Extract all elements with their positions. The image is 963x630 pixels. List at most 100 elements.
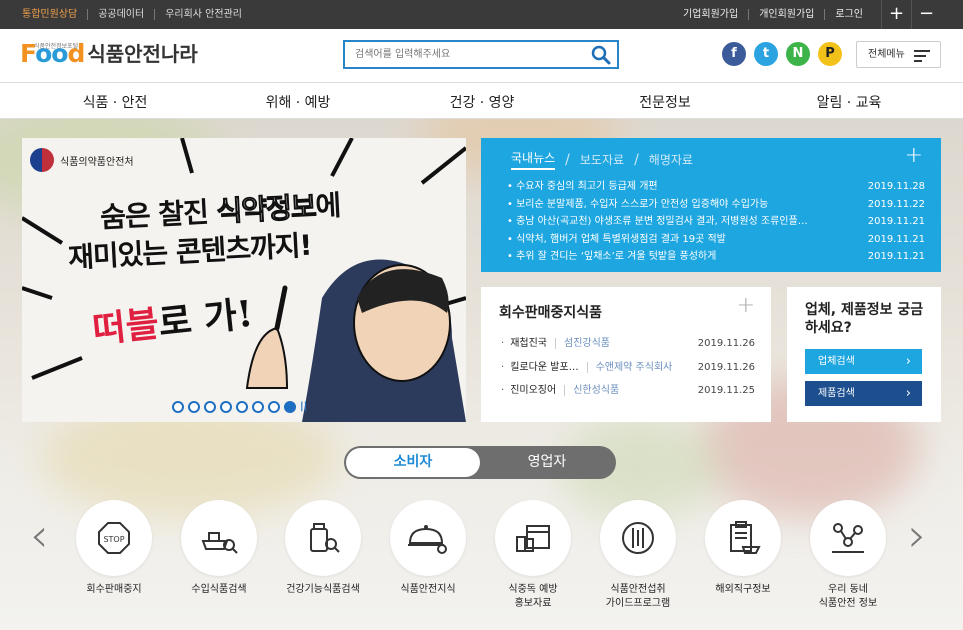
link-personal-signup[interactable]: 개인회원가입 (748, 9, 824, 20)
slide-dot[interactable] (172, 401, 184, 413)
zoom-out-button[interactable]: − (911, 0, 941, 29)
service-label: 건강기능식품검색 (286, 584, 360, 595)
all-menu-button[interactable]: 전체메뉴 (856, 41, 941, 68)
news-item[interactable]: 수요자 중심의 최고기 등급제 개편2019.11.28 (507, 178, 925, 196)
recall-item[interactable]: 킬로다운 발포…수앤제약 주식회사2019.11.26 (501, 356, 755, 380)
slide-dot[interactable] (220, 401, 232, 413)
link-company-safety[interactable]: 우리회사 안전관리 (154, 9, 252, 20)
top-utility-bar: 통합민원상담 공공데이터 우리회사 안전관리 기업회원가입 개인회원가입 로그인… (0, 0, 963, 29)
service-recall[interactable]: STOP 회수판매중지 (64, 500, 164, 597)
search-icon[interactable] (591, 45, 611, 68)
slide-dot[interactable] (236, 401, 248, 413)
hamburger-icon (914, 50, 930, 65)
service-intake-guide[interactable]: 식품안전섭취 가이드프로그램 (588, 500, 688, 611)
toggle-business[interactable]: 영업자 (480, 448, 614, 477)
utility-links-left: 통합민원상담 공공데이터 우리회사 안전관리 (22, 9, 252, 20)
news-item[interactable]: 추위 잘 견디는 ‘잎채소’로 겨울 텃밭을 풍성하게2019.11.21 (507, 248, 925, 266)
svg-text:STOP: STOP (103, 535, 124, 544)
banner-burst-lines (22, 138, 466, 422)
slide-dot[interactable] (252, 401, 264, 413)
nav-notice-education[interactable]: 알림 · 교육 (817, 92, 882, 112)
slide-dot-active[interactable] (284, 401, 296, 413)
utility-links-right: 기업회원가입 개인회원가입 로그인 (673, 9, 873, 20)
recall-more-icon[interactable]: + (737, 293, 755, 318)
company-search-button[interactable]: 업체검색 (805, 349, 922, 374)
recall-list: 재첩진국섬진강식품2019.11.26 킬로다운 발포…수앤제약 주식회사201… (501, 332, 755, 403)
logo-name: 식품안전나라 (87, 42, 198, 66)
news-item[interactable]: 충남 아산(곡교천) 야생조류 분변 정밀검사 결과, 저병원성 조류인플…20… (507, 213, 925, 231)
recall-title: 회수판매중지식품 (499, 305, 603, 321)
banner-agency: 식품의약품안전처 (30, 148, 134, 172)
nav-hazard-prevention[interactable]: 위해 · 예방 (266, 92, 331, 112)
logo-food-text: 식품안전정보포털 Food (20, 41, 85, 67)
government-emblem-icon (30, 148, 54, 172)
logo-tagline: 식품안전정보포털 (34, 43, 79, 50)
link-civil-complaint[interactable]: 통합민원상담 (22, 9, 87, 20)
site-header: 식품안전정보포털 Food 식품안전나라 f t N P 전체메뉴 (0, 29, 963, 82)
zoom-in-button[interactable]: + (881, 0, 911, 29)
stop-icon: STOP (76, 500, 152, 576)
banner-pagination: || (172, 401, 310, 413)
service-label: 식품안전섭취 가이드프로그램 (605, 584, 671, 609)
service-label: 회수판매중지 (86, 584, 142, 595)
naver-post-icon[interactable]: P (818, 42, 842, 66)
recall-panel: 회수판매중지식품 + 재첩진국섬진강식품2019.11.26 킬로다운 발포…수… (481, 287, 771, 422)
service-imported-food[interactable]: 수입식품검색 (169, 500, 269, 597)
link-public-data[interactable]: 공공데이터 (87, 9, 154, 20)
tab-domestic-news[interactable]: 국내뉴스 (511, 149, 556, 170)
supplement-search-icon (285, 500, 361, 576)
news-item[interactable]: 식약처, 햄버거 업체 특별위생점검 결과 19곳 적발2019.11.21 (507, 231, 925, 249)
service-health-supplement[interactable]: 건강기능식품검색 (273, 500, 373, 597)
facebook-icon[interactable]: f (722, 42, 746, 66)
main-navigation: 식품 · 안전 위해 · 예방 건강 · 영양 전문정보 알림 · 교육 (0, 82, 963, 119)
news-panel: 국내뉴스 / 보도자료 / 해명자료 + 수요자 중심의 최고기 등급제 개편2… (481, 138, 941, 272)
recall-item[interactable]: 진미오징어신한성식품2019.11.25 (501, 379, 755, 403)
news-tabs: 국내뉴스 / 보도자료 / 해명자료 (511, 149, 693, 170)
service-food-safety-knowledge[interactable]: 식품안전지식 (378, 500, 478, 597)
next-arrow-icon[interactable]: › (908, 512, 926, 558)
cloche-search-icon (390, 500, 466, 576)
slide-dot[interactable] (204, 401, 216, 413)
link-company-signup[interactable]: 기업회원가입 (673, 9, 748, 20)
all-menu-label: 전체메뉴 (868, 49, 905, 60)
service-label: 수입식품검색 (191, 584, 247, 595)
service-overseas-purchase[interactable]: 해외직구정보 (693, 500, 793, 597)
slide-dot[interactable] (188, 401, 200, 413)
search-box (343, 40, 619, 69)
slide-dot[interactable] (268, 401, 280, 413)
audience-toggle: 소비자 영업자 (344, 446, 616, 479)
nav-food-safety[interactable]: 식품 · 안전 (83, 92, 148, 112)
nav-expert-info[interactable]: 전문정보 (639, 92, 691, 112)
nav-health-nutrition[interactable]: 건강 · 영양 (450, 92, 515, 112)
service-label: 식중독 예방 홍보자료 (508, 584, 558, 609)
pause-icon[interactable]: || (300, 401, 310, 413)
search-input[interactable] (345, 42, 575, 67)
service-local-safety[interactable]: 우리 동네 식품안전 정보 (798, 500, 898, 611)
news-more-icon[interactable]: + (905, 143, 923, 168)
link-login[interactable]: 로그인 (824, 9, 873, 20)
site-logo[interactable]: 식품안전정보포털 Food 식품안전나라 (20, 41, 198, 67)
tab-press-release[interactable]: 보도자료 (580, 151, 624, 168)
news-list: 수요자 중심의 최고기 등급제 개편2019.11.28 보리순 분말제품, 수… (507, 178, 925, 266)
sns-links: f t N P (722, 42, 842, 66)
service-label: 식품안전지식 (400, 584, 456, 595)
toggle-consumer[interactable]: 소비자 (346, 448, 480, 477)
network-icon (810, 500, 886, 576)
product-search-button[interactable]: 제품검색 (805, 381, 922, 406)
service-label: 해외직구정보 (715, 584, 771, 595)
service-food-poisoning[interactable]: 식중독 예방 홍보자료 (483, 500, 583, 611)
company-product-search-panel: 업체, 제품정보 궁금하세요? 업체검색 제품검색 (787, 287, 941, 422)
calendar-bottles-icon (495, 500, 571, 576)
ship-search-icon (181, 500, 257, 576)
naver-blog-icon[interactable]: N (786, 42, 810, 66)
banner-agency-name: 식품의약품안전처 (60, 156, 134, 168)
biz-title: 업체, 제품정보 궁금하세요? (805, 302, 924, 336)
recall-item[interactable]: 재첩진국섬진강식품2019.11.26 (501, 332, 755, 356)
prev-arrow-icon[interactable]: ‹ (30, 512, 48, 558)
promo-banner[interactable]: 식품의약품안전처 숨은 찰진 식약정보에 재미있는 콘텐츠까지! 떠블로 가! … (22, 138, 466, 422)
service-label: 우리 동네 식품안전 정보 (818, 584, 878, 609)
news-item[interactable]: 보리순 분말제품, 수입자 스스로가 안전성 입증해야 수입가능2019.11.… (507, 196, 925, 214)
twitter-icon[interactable]: t (754, 42, 778, 66)
tab-clarification[interactable]: 해명자료 (649, 151, 693, 168)
clipboard-ship-icon (705, 500, 781, 576)
